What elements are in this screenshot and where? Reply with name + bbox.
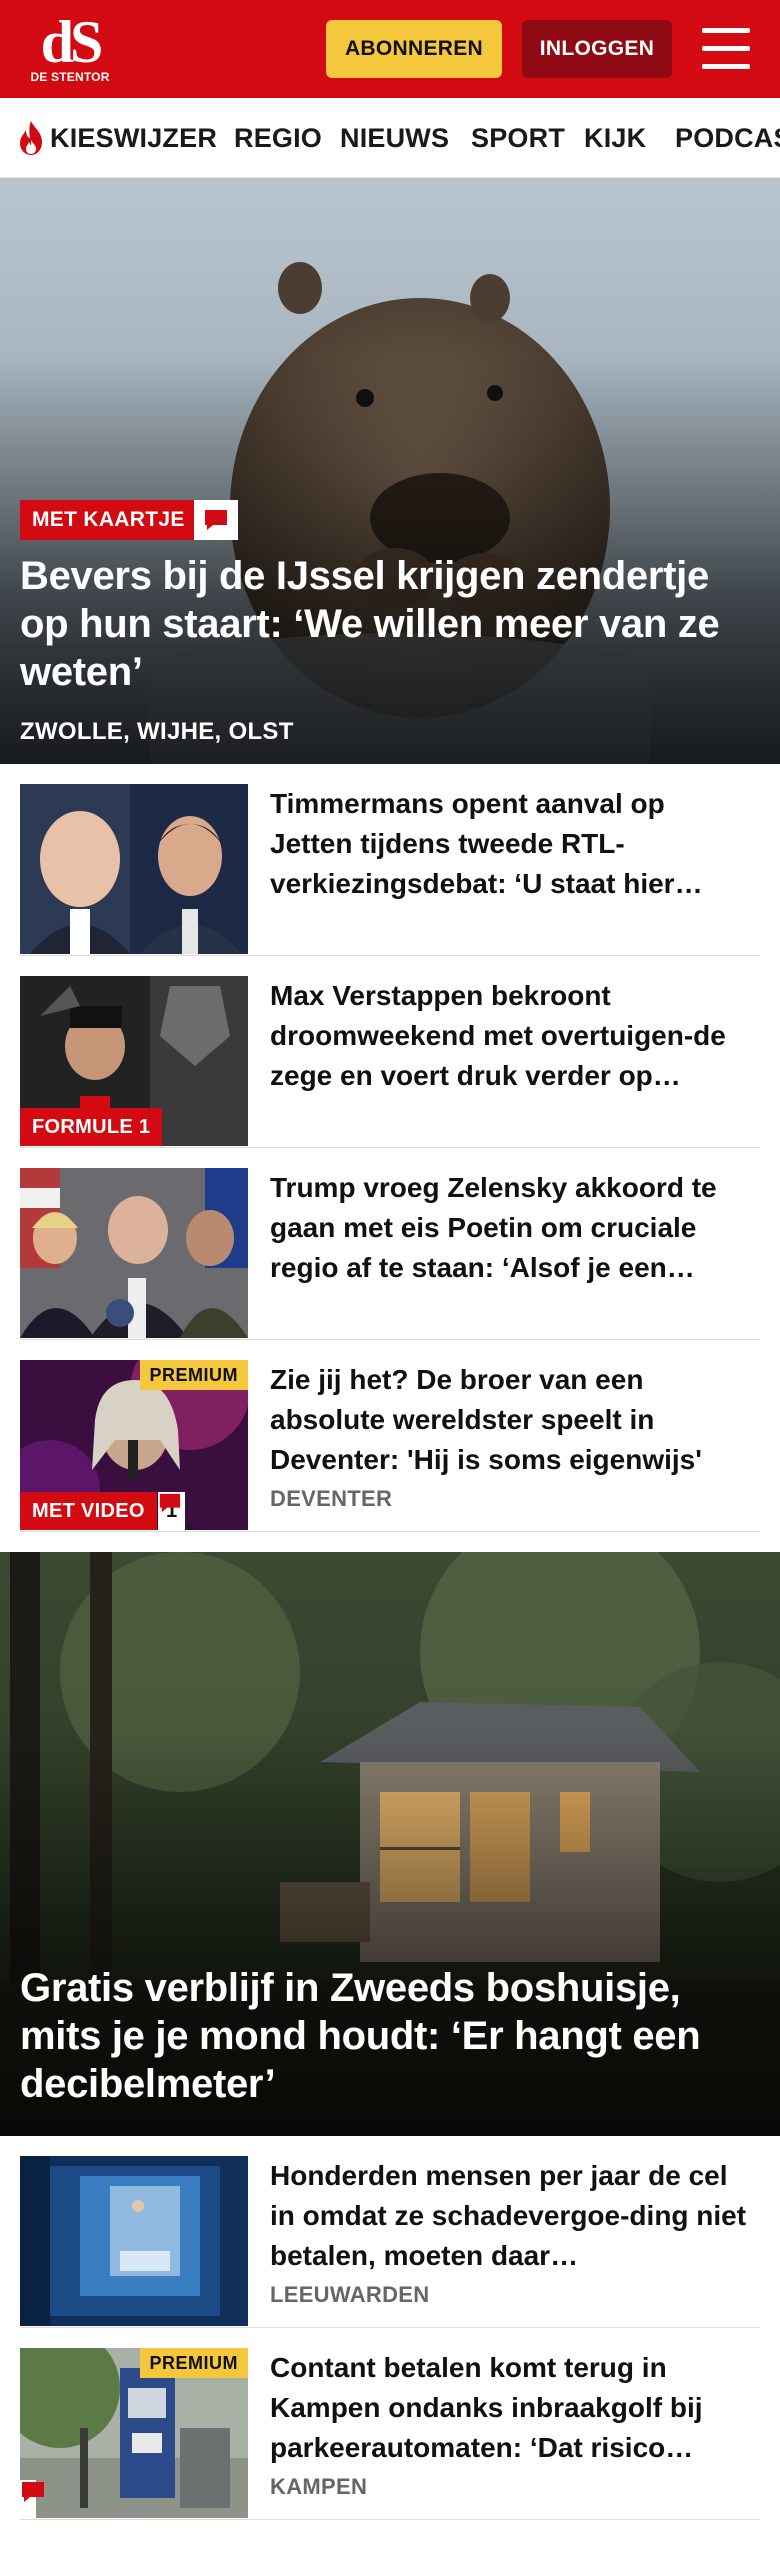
- section-nav: KIESWIJZER REGIO NIEUWS SPORT KIJK PODCA…: [0, 98, 780, 178]
- tag-met-video: MET VIDEO: [20, 1492, 157, 1530]
- article-thumbnail: [20, 784, 248, 954]
- article-location: KAMPEN: [270, 2474, 368, 2499]
- tag-met-kaartje: MET KAARTJE: [20, 500, 197, 540]
- premium-badge: PREMIUM: [139, 1360, 248, 1390]
- hero-headline[interactable]: Bevers bij de IJssel krijgen zendertje o…: [20, 552, 760, 696]
- article-title[interactable]: Contant betalen komt terug in Kampen ond…: [270, 2348, 750, 2468]
- flame-icon: [20, 121, 42, 155]
- list-item[interactable]: Honderden mensen per jaar de cel in omda…: [20, 2156, 760, 2328]
- logo-mark: dS: [40, 9, 104, 75]
- nav-item-sport[interactable]: SPORT: [471, 122, 565, 154]
- comment-icon[interactable]: [194, 500, 238, 540]
- list-item[interactable]: Trump vroeg Zelensky akkoord te gaan met…: [20, 1168, 760, 1340]
- comment-count[interactable]: 1: [158, 1492, 186, 1530]
- login-button[interactable]: INLOGGEN: [522, 20, 672, 78]
- article-location: LEEUWARDEN: [270, 2282, 430, 2307]
- logo-text: DE STENTOR: [30, 70, 110, 84]
- article-thumbnail: PREMIUM: [20, 2348, 248, 2518]
- hero-headline[interactable]: Gratis verblijf in Zweeds boshuisje, mit…: [20, 1964, 760, 2108]
- article-thumbnail: PREMIUM MET VIDEO 1: [20, 1360, 248, 1530]
- nav-item-nieuws[interactable]: NIEUWS: [340, 122, 449, 154]
- article-thumbnail: FORMULE 1: [20, 976, 248, 1146]
- nav-item-kijk[interactable]: KIJK: [584, 122, 646, 154]
- comment-icon: [22, 2482, 44, 2502]
- comment-button[interactable]: [20, 2480, 44, 2518]
- article-title[interactable]: Max Verstappen bekroont droomweekend met…: [270, 976, 750, 1096]
- nav-item-kieswijzer[interactable]: KIESWIJZER: [50, 122, 217, 154]
- list-item[interactable]: PREMIUM Contant betalen komt terug in Ka…: [20, 2348, 760, 2520]
- list-item[interactable]: PREMIUM MET VIDEO 1 Zie jij het? De broe…: [20, 1360, 760, 1532]
- subscribe-button[interactable]: ABONNEREN: [326, 20, 502, 78]
- top-header: dS DE STENTOR ABONNEREN INLOGGEN: [0, 0, 780, 98]
- article-thumbnail: [20, 2156, 248, 2326]
- article-thumbnail: [20, 1168, 248, 1338]
- article-title[interactable]: Trump vroeg Zelensky akkoord te gaan met…: [270, 1168, 750, 1288]
- premium-badge: PREMIUM: [139, 2348, 248, 2378]
- list-item[interactable]: FORMULE 1 Max Verstappen bekroont droomw…: [20, 976, 760, 1148]
- article-title[interactable]: Timmermans opent aanval op Jetten tijden…: [270, 784, 750, 904]
- site-logo[interactable]: dS DE STENTOR: [28, 9, 112, 86]
- article-location: DEVENTER: [270, 1486, 393, 1511]
- hero-article-boshuisje[interactable]: Gratis verblijf in Zweeds boshuisje, mit…: [0, 1552, 780, 2136]
- hamburger-menu-icon[interactable]: [698, 26, 754, 72]
- hero-location: ZWOLLE, WIJHE, OLST: [20, 718, 294, 745]
- list-item[interactable]: Timmermans opent aanval op Jetten tijden…: [20, 784, 760, 956]
- article-title[interactable]: Honderden mensen per jaar de cel in omda…: [270, 2156, 750, 2276]
- comment-icon: [159, 1493, 181, 1513]
- article-title[interactable]: Zie jij het? De broer van een absolute w…: [270, 1360, 750, 1480]
- nav-item-podcast[interactable]: PODCAS: [675, 122, 780, 154]
- tag-formule-1: FORMULE 1: [20, 1108, 163, 1146]
- nav-item-regio[interactable]: REGIO: [234, 122, 322, 154]
- hero-article-beavers[interactable]: MET KAARTJE Bevers bij de IJssel krijgen…: [0, 178, 780, 764]
